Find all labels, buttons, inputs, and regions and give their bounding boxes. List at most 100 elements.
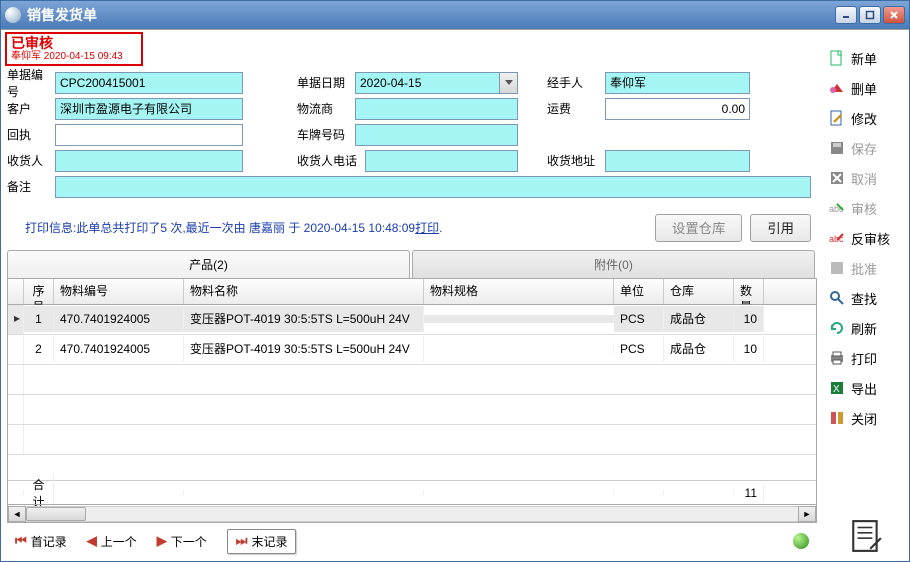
refresh-icon bbox=[829, 320, 845, 336]
col-unit[interactable]: 单位 bbox=[614, 279, 664, 304]
plate-input[interactable] bbox=[355, 124, 518, 146]
table-row[interactable]: 2 470.7401924005 变压器POT-4019 30:5:5TS L=… bbox=[8, 335, 816, 365]
docdate-dropdown[interactable] bbox=[500, 72, 518, 94]
search-icon bbox=[829, 290, 845, 306]
notes-icon[interactable] bbox=[849, 519, 883, 553]
delete-icon bbox=[829, 80, 845, 96]
side-edit[interactable]: 修改 bbox=[829, 108, 903, 128]
consignee-addr-input[interactable] bbox=[605, 150, 750, 172]
row-indicator-icon: ▸ bbox=[8, 305, 24, 334]
col-spec[interactable]: 物料规格 bbox=[424, 279, 614, 304]
unapprove-icon: abc bbox=[829, 230, 845, 246]
side-unapprove[interactable]: abc反审核 bbox=[829, 228, 903, 248]
nav-last[interactable]: ⏭末记录 bbox=[227, 529, 297, 554]
window-title: 销售发货单 bbox=[27, 5, 835, 25]
consignee-addr-label: 收货地址 bbox=[547, 152, 605, 169]
print-link[interactable]: 打印 bbox=[415, 219, 439, 236]
window-controls bbox=[835, 6, 905, 24]
docno-label: 单据编号 bbox=[7, 66, 55, 100]
consignee-phone-input[interactable] bbox=[365, 150, 518, 172]
docdate-input[interactable]: 2020-04-15 bbox=[355, 72, 500, 94]
close-icon bbox=[829, 410, 845, 426]
export-icon: X bbox=[829, 380, 845, 396]
side-export[interactable]: X导出 bbox=[829, 378, 903, 398]
side-search[interactable]: 查找 bbox=[829, 288, 903, 308]
stamp-status: 已审核 bbox=[11, 35, 137, 51]
docno-input[interactable]: CPC200415001 bbox=[55, 72, 243, 94]
logistics-input[interactable] bbox=[355, 98, 518, 120]
side-cancel[interactable]: 取消 bbox=[829, 168, 903, 188]
nav-first[interactable]: ⏮首记录 bbox=[15, 533, 67, 550]
horizontal-scrollbar[interactable]: ◄ ► bbox=[8, 504, 816, 522]
col-seq[interactable]: 序号 bbox=[24, 279, 54, 304]
next-record-icon: ▶ bbox=[157, 533, 167, 549]
approved-stamp: 已审核 奉仰军 2020-04-15 09:43 bbox=[5, 32, 143, 66]
first-record-icon: ⏮ bbox=[15, 533, 27, 549]
quote-button[interactable]: 引用 bbox=[750, 214, 811, 242]
col-name[interactable]: 物料名称 bbox=[184, 279, 424, 304]
col-wh[interactable]: 仓库 bbox=[664, 279, 734, 304]
side-save[interactable]: 保存 bbox=[829, 138, 903, 158]
table-row[interactable] bbox=[8, 395, 816, 425]
nav-prev[interactable]: ◀上一个 bbox=[87, 533, 137, 550]
docdate-label: 单据日期 bbox=[297, 74, 355, 91]
batch-approve-icon bbox=[829, 260, 845, 276]
scroll-right-icon[interactable]: ► bbox=[798, 506, 816, 522]
receipt-input[interactable] bbox=[55, 124, 243, 146]
scroll-left-icon[interactable]: ◄ bbox=[8, 506, 26, 522]
minimize-button[interactable] bbox=[835, 6, 857, 24]
scroll-thumb[interactable] bbox=[26, 507, 86, 521]
save-icon bbox=[829, 140, 845, 156]
tabs: 产品(2) 附件(0) bbox=[7, 250, 817, 279]
freight-input[interactable]: 0.00 bbox=[605, 98, 750, 120]
table-row[interactable] bbox=[8, 365, 816, 395]
side-refresh[interactable]: 刷新 bbox=[829, 318, 903, 338]
handler-label: 经手人 bbox=[547, 74, 605, 91]
edit-icon bbox=[829, 110, 845, 126]
remark-label: 备注 bbox=[7, 178, 55, 195]
app-icon bbox=[5, 7, 21, 23]
maximize-button[interactable] bbox=[859, 6, 881, 24]
tab-products[interactable]: 产品(2) bbox=[7, 250, 410, 278]
grid-sum-row: 合计 11 bbox=[8, 480, 816, 504]
customer-input[interactable]: 深圳市盈源电子有限公司 bbox=[55, 98, 243, 120]
side-delete[interactable]: 删单 bbox=[829, 78, 903, 98]
consignee-input[interactable] bbox=[55, 150, 243, 172]
cancel-icon bbox=[829, 170, 845, 186]
prev-record-icon: ◀ bbox=[87, 533, 97, 549]
window-titlebar: 销售发货单 bbox=[1, 1, 909, 29]
tab-attachments[interactable]: 附件(0) bbox=[412, 250, 815, 278]
scroll-track[interactable] bbox=[26, 506, 798, 522]
col-qty[interactable]: 数量 bbox=[734, 279, 764, 304]
close-button[interactable] bbox=[883, 6, 905, 24]
grid: 序号 物料编号 物料名称 物料规格 单位 仓库 数量 ▸ 1 470.74019… bbox=[7, 279, 817, 523]
receipt-label: 回执 bbox=[7, 126, 55, 143]
side-close[interactable]: 关闭 bbox=[829, 408, 903, 428]
status-led-icon bbox=[793, 533, 809, 549]
sum-qty: 11 bbox=[734, 484, 764, 502]
col-code[interactable]: 物料编号 bbox=[54, 279, 184, 304]
remark-input[interactable] bbox=[55, 176, 811, 198]
table-row[interactable] bbox=[8, 425, 816, 455]
freight-label: 运费 bbox=[547, 100, 605, 117]
side-batch-approve[interactable]: 批准 bbox=[829, 258, 903, 278]
print-info-text: 打印信息:此单总共打印了5 次,最近一次由 唐嘉丽 于 2020-04-15 1… bbox=[25, 219, 415, 236]
handler-input[interactable]: 奉仰军 bbox=[605, 72, 750, 94]
side-new[interactable]: 新单 bbox=[829, 48, 903, 68]
side-toolbar: 新单 删单 修改 保存 取消 abc审核 abc反审核 批准 查找 刷新 打印 … bbox=[823, 30, 909, 561]
grid-body: ▸ 1 470.7401924005 变压器POT-4019 30:5:5TS … bbox=[8, 305, 816, 480]
logistics-label: 物流商 bbox=[297, 100, 355, 117]
consignee-label: 收货人 bbox=[7, 152, 55, 169]
last-record-icon: ⏭ bbox=[236, 533, 248, 549]
set-warehouse-button[interactable]: 设置仓库 bbox=[655, 214, 742, 242]
customer-label: 客户 bbox=[7, 100, 55, 117]
approve-icon: abc bbox=[829, 200, 845, 216]
table-row[interactable]: ▸ 1 470.7401924005 变压器POT-4019 30:5:5TS … bbox=[8, 305, 816, 335]
side-approve[interactable]: abc审核 bbox=[829, 198, 903, 218]
side-print[interactable]: 打印 bbox=[829, 348, 903, 368]
plate-label: 车牌号码 bbox=[297, 126, 355, 143]
consignee-phone-label: 收货人电话 bbox=[297, 152, 365, 169]
form-area: 单据编号 CPC200415001 单据日期 2020-04-15 经手人 奉仰… bbox=[5, 66, 819, 202]
print-icon bbox=[829, 350, 845, 366]
nav-next[interactable]: ▶下一个 bbox=[157, 533, 207, 550]
